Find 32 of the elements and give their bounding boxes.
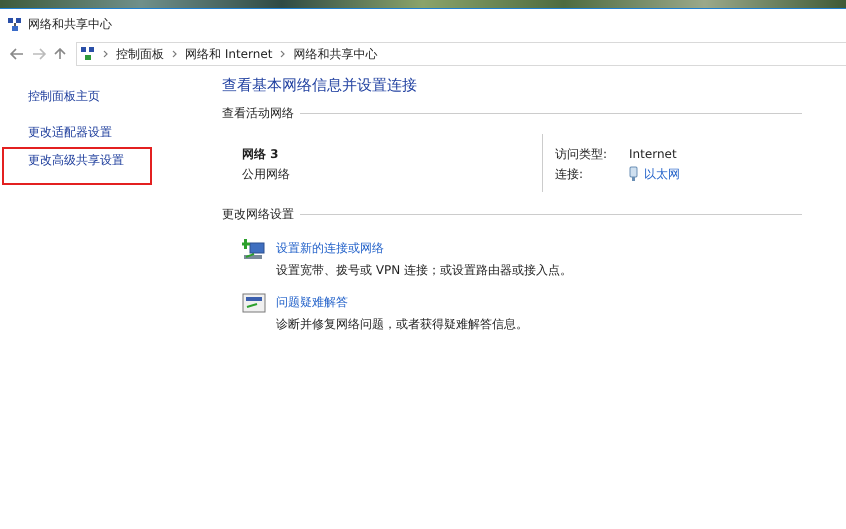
task-link[interactable]: 问题疑难解答	[276, 291, 528, 313]
troubleshoot-icon	[242, 293, 266, 313]
chevron-icon	[280, 50, 286, 58]
sidebar-link[interactable]: 更改适配器设置	[28, 124, 112, 141]
sidebar-link[interactable]: 更改高级共享设置	[4, 149, 150, 183]
chevron-icon	[172, 50, 177, 58]
page-heading: 查看基本网络信息并设置连接	[222, 76, 418, 95]
right-arrow-icon	[32, 48, 46, 60]
up-arrow-icon	[54, 48, 66, 60]
connection-link[interactable]: 以太网	[644, 164, 680, 184]
section-heading: 查看活动网络	[222, 105, 294, 122]
field-label: 访问类型:	[555, 146, 608, 163]
cable-plug-icon	[629, 166, 638, 182]
network-category: 公用网络	[242, 166, 291, 183]
field-value: Internet	[629, 146, 677, 163]
control-panel-icon	[81, 47, 95, 61]
address-bar[interactable]: 控制面板 网络和 Internet 网络和共享中心	[76, 42, 846, 66]
field-label: 连接:	[555, 166, 584, 183]
left-arrow-icon	[10, 48, 24, 60]
breadcrumb[interactable]: 网络和 Internet	[185, 46, 272, 62]
sidebar-link[interactable]: 控制面板主页	[28, 88, 100, 105]
chevron-icon	[103, 50, 108, 58]
breadcrumb[interactable]: 控制面板	[116, 46, 164, 62]
section-heading: 更改网络设置	[222, 206, 294, 223]
network-icon	[8, 18, 22, 32]
task-description: 设置宽带、拨号或 VPN 连接；或设置路由器或接入点。	[276, 262, 572, 279]
network-name: 网络 3	[242, 146, 280, 163]
task-link[interactable]: 设置新的连接或网络	[276, 237, 572, 259]
breadcrumb[interactable]: 网络和共享中心	[293, 46, 378, 62]
task-description: 诊断并修复网络问题，或者获得疑难解答信息。	[276, 316, 528, 333]
window-title: 网络和共享中心	[28, 16, 112, 33]
new-connection-icon	[242, 239, 266, 261]
